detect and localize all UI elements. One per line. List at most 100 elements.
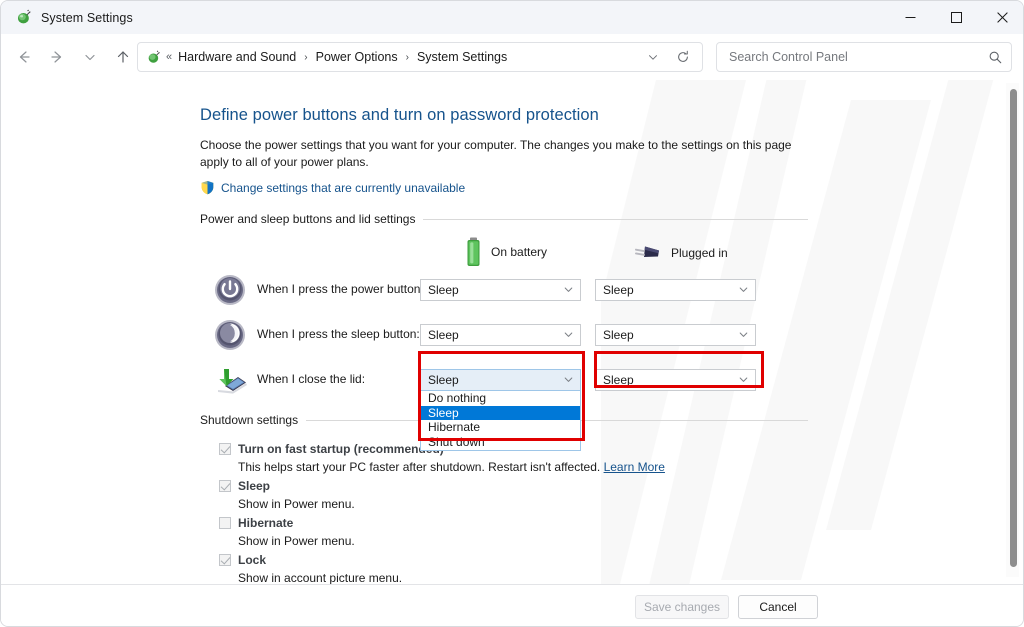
fast-startup-description-text: This helps start your PC faster after sh… bbox=[238, 460, 600, 474]
page-description: Choose the power settings that you want … bbox=[200, 137, 806, 170]
close-lid-plugged-in-value: Sleep bbox=[603, 373, 738, 387]
minimize-button[interactable] bbox=[887, 1, 933, 34]
search-box[interactable] bbox=[716, 42, 1012, 72]
column-headers: On battery Plugged in bbox=[200, 237, 808, 271]
laptop-lid-icon bbox=[214, 364, 246, 396]
recent-locations-button[interactable] bbox=[75, 42, 105, 72]
close-button[interactable] bbox=[979, 1, 1024, 34]
checkbox-row-lock[interactable]: Lock bbox=[200, 551, 808, 569]
settings-page: Define power buttons and turn on passwor… bbox=[200, 106, 808, 584]
row-close-lid: When I close the lid: Sleep Do nothing S… bbox=[200, 361, 808, 401]
maximize-button[interactable] bbox=[933, 1, 979, 34]
chevron-down-icon bbox=[563, 329, 574, 342]
breadcrumb-app-icon bbox=[146, 50, 161, 65]
fast-startup-checkbox[interactable] bbox=[219, 443, 231, 455]
footer-bar: Save changes Cancel bbox=[1, 584, 1024, 627]
power-button-plugged-in-value: Sleep bbox=[603, 283, 738, 297]
sleep-checkbox[interactable] bbox=[219, 480, 231, 492]
vertical-scrollbar[interactable] bbox=[1006, 83, 1019, 577]
sleep-button-on-battery-value: Sleep bbox=[428, 328, 563, 342]
title-bar: System Settings bbox=[1, 1, 1024, 34]
address-history-dropdown[interactable] bbox=[640, 44, 666, 70]
row-sleep-button-label: When I press the sleep button: bbox=[257, 327, 420, 341]
hibernate-label: Hibernate bbox=[238, 516, 293, 530]
chevron-down-icon bbox=[738, 284, 749, 297]
dropdown-option-shut-down[interactable]: Shut down bbox=[421, 435, 580, 450]
chevron-right-icon[interactable]: › bbox=[403, 52, 412, 63]
sleep-label: Sleep bbox=[238, 479, 270, 493]
window-title: System Settings bbox=[41, 11, 133, 25]
back-button[interactable] bbox=[9, 42, 39, 72]
sleep-description: Show in Power menu. bbox=[200, 495, 808, 514]
column-header-on-battery-label: On battery bbox=[491, 245, 547, 259]
group-divider bbox=[423, 219, 808, 220]
window-controls bbox=[887, 1, 1024, 34]
row-power-button: When I press the power button: Sleep Sle… bbox=[200, 271, 808, 311]
power-button-on-battery-value: Sleep bbox=[428, 283, 563, 297]
admin-elevation-row: Change settings that are currently unava… bbox=[200, 180, 808, 195]
close-lid-on-battery-value: Sleep bbox=[428, 373, 563, 387]
power-button-on-battery-select[interactable]: Sleep bbox=[420, 279, 581, 301]
column-header-plugged-in-label: Plugged in bbox=[671, 246, 728, 260]
page-title: Define power buttons and turn on passwor… bbox=[200, 106, 808, 125]
power-plug-icon bbox=[632, 243, 662, 262]
checkbox-row-sleep[interactable]: Sleep bbox=[200, 477, 808, 495]
lock-label: Lock bbox=[238, 553, 266, 567]
fast-startup-label: Turn on fast startup (recommended) bbox=[238, 442, 444, 456]
sleep-moon-icon bbox=[214, 319, 246, 351]
breadcrumb: « Hardware and Sound › Power Options › S… bbox=[146, 48, 640, 66]
power-plug-green-icon bbox=[15, 9, 32, 26]
chevron-right-icon[interactable]: › bbox=[301, 52, 310, 63]
breadcrumb-item-system-settings[interactable]: System Settings bbox=[412, 48, 512, 66]
learn-more-link[interactable]: Learn More bbox=[604, 460, 665, 474]
shield-uac-icon bbox=[200, 180, 215, 195]
sleep-button-plugged-in-value: Sleep bbox=[603, 328, 738, 342]
chevron-down-icon bbox=[563, 374, 574, 387]
breadcrumb-overflow[interactable]: « bbox=[165, 51, 173, 63]
scrollbar-thumb[interactable] bbox=[1010, 89, 1017, 567]
cancel-button[interactable]: Cancel bbox=[738, 595, 818, 619]
refresh-icon[interactable] bbox=[670, 44, 696, 70]
search-icon[interactable] bbox=[988, 50, 1003, 65]
close-lid-on-battery-dropdown-list[interactable]: Do nothing Sleep Hibernate Shut down bbox=[420, 391, 581, 451]
dropdown-option-hibernate[interactable]: Hibernate bbox=[421, 420, 580, 435]
hibernate-checkbox[interactable] bbox=[219, 517, 231, 529]
nav-arrow-group bbox=[9, 42, 138, 72]
change-settings-link[interactable]: Change settings that are currently unava… bbox=[221, 181, 465, 195]
close-lid-on-battery-select[interactable]: Sleep bbox=[420, 369, 581, 391]
hibernate-description: Show in Power menu. bbox=[200, 532, 808, 551]
chevron-down-icon bbox=[738, 374, 749, 387]
forward-button[interactable] bbox=[42, 42, 72, 72]
power-button-icon bbox=[214, 274, 246, 306]
search-input[interactable] bbox=[727, 49, 988, 65]
breadcrumb-item-hardware-and-sound[interactable]: Hardware and Sound bbox=[173, 48, 301, 66]
column-header-plugged-in: Plugged in bbox=[632, 243, 728, 262]
power-button-plugged-in-select[interactable]: Sleep bbox=[595, 279, 756, 301]
chevron-down-icon bbox=[738, 329, 749, 342]
address-bar[interactable]: « Hardware and Sound › Power Options › S… bbox=[137, 42, 703, 72]
row-close-lid-label: When I close the lid: bbox=[257, 372, 365, 386]
fast-startup-description: This helps start your PC faster after sh… bbox=[200, 458, 808, 477]
up-button[interactable] bbox=[108, 42, 138, 72]
lock-description: Show in account picture menu. bbox=[200, 569, 808, 584]
dropdown-option-sleep[interactable]: Sleep bbox=[421, 406, 580, 421]
sleep-button-plugged-in-select[interactable]: Sleep bbox=[595, 324, 756, 346]
checkbox-row-hibernate[interactable]: Hibernate bbox=[200, 514, 808, 532]
column-header-on-battery: On battery bbox=[465, 237, 547, 267]
row-sleep-button: When I press the sleep button: Sleep Sle… bbox=[200, 316, 808, 356]
shutdown-settings-group-label: Shutdown settings bbox=[200, 413, 298, 427]
save-changes-button[interactable]: Save changes bbox=[635, 595, 729, 619]
power-buttons-group-label: Power and sleep buttons and lid settings bbox=[200, 212, 415, 226]
sleep-button-on-battery-select[interactable]: Sleep bbox=[420, 324, 581, 346]
chevron-down-icon bbox=[563, 284, 574, 297]
system-settings-window: System Settings bbox=[0, 0, 1024, 627]
power-buttons-group-header: Power and sleep buttons and lid settings bbox=[200, 212, 808, 226]
close-lid-plugged-in-select[interactable]: Sleep bbox=[595, 369, 756, 391]
lock-checkbox[interactable] bbox=[219, 554, 231, 566]
dropdown-option-do-nothing[interactable]: Do nothing bbox=[421, 391, 580, 406]
battery-green-icon bbox=[465, 237, 482, 267]
row-power-button-label: When I press the power button: bbox=[257, 282, 424, 296]
title-bar-left: System Settings bbox=[1, 9, 887, 26]
content-area: Define power buttons and turn on passwor… bbox=[1, 80, 1024, 584]
breadcrumb-item-power-options[interactable]: Power Options bbox=[311, 48, 403, 66]
